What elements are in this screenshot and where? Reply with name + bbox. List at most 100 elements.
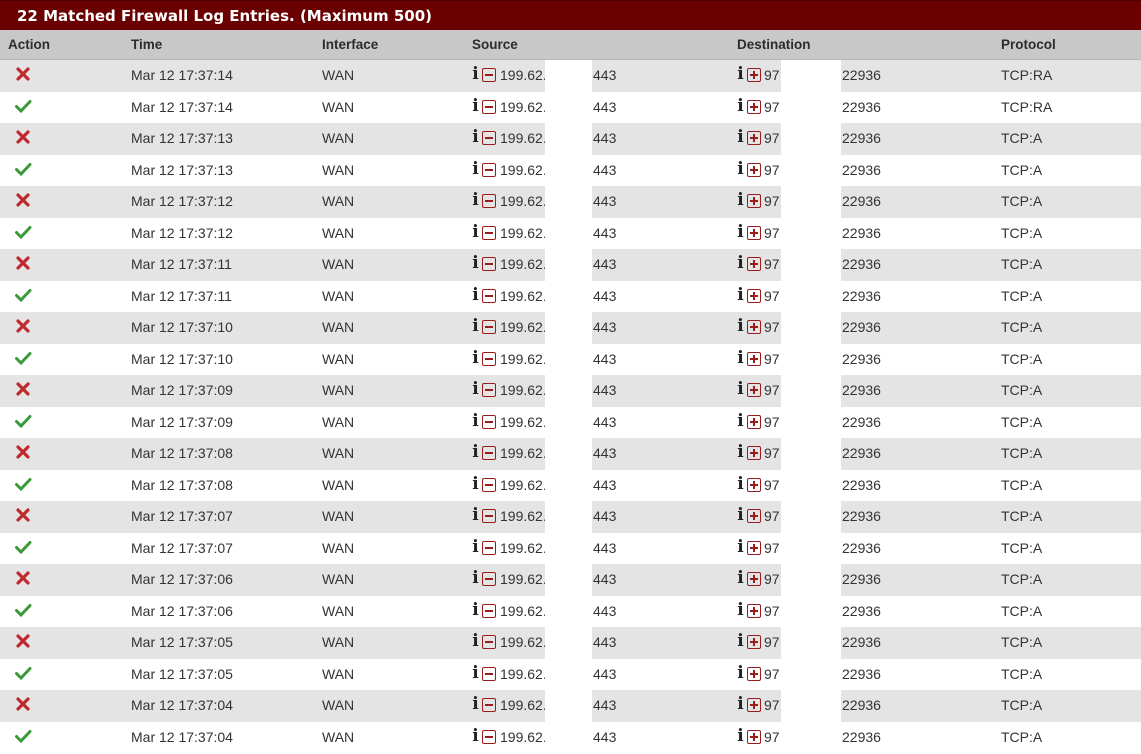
column-header-protocol[interactable]: Protocol — [1001, 37, 1056, 52]
info-icon[interactable]: i — [736, 255, 745, 272]
info-icon[interactable]: i — [736, 349, 745, 367]
info-icon[interactable]: i — [471, 475, 480, 493]
info-icon[interactable]: i — [471, 570, 480, 587]
block-x-icon[interactable] — [14, 65, 32, 85]
minus-box-icon[interactable] — [482, 446, 496, 460]
plus-box-icon[interactable] — [747, 131, 761, 145]
plus-box-icon[interactable] — [747, 635, 761, 649]
block-x-icon[interactable] — [14, 380, 32, 400]
minus-box-icon[interactable] — [482, 414, 496, 429]
info-icon[interactable]: i — [736, 696, 745, 713]
pass-check-icon[interactable] — [14, 538, 32, 558]
source-ip[interactable]: 199.62. — [500, 382, 547, 398]
block-x-icon[interactable] — [14, 317, 32, 337]
info-icon[interactable]: i — [471, 223, 480, 241]
info-icon[interactable]: i — [736, 570, 745, 587]
column-header-action[interactable]: Action — [8, 37, 50, 52]
source-ip[interactable]: 199.62. — [500, 193, 547, 209]
destination-ip[interactable]: 97 — [764, 477, 780, 493]
info-icon[interactable]: i — [736, 475, 745, 493]
plus-box-icon[interactable] — [747, 383, 761, 397]
destination-ip[interactable]: 97 — [764, 351, 780, 367]
minus-box-icon[interactable] — [482, 729, 496, 744]
source-ip[interactable]: 199.62. — [500, 225, 547, 241]
plus-box-icon[interactable] — [747, 477, 761, 492]
block-x-icon[interactable] — [14, 254, 32, 274]
info-icon[interactable]: i — [736, 538, 745, 556]
source-ip[interactable]: 199.62. — [500, 571, 547, 587]
destination-ip[interactable]: 97 — [764, 288, 780, 304]
plus-box-icon[interactable] — [747, 99, 761, 114]
source-ip[interactable]: 199.62. — [500, 666, 547, 682]
source-ip[interactable]: 199.62. — [500, 697, 547, 713]
info-icon[interactable]: i — [736, 381, 745, 398]
destination-ip[interactable]: 97 — [764, 508, 780, 524]
column-header-destination[interactable]: Destination — [737, 37, 811, 52]
minus-box-icon[interactable] — [482, 635, 496, 649]
info-icon[interactable]: i — [736, 601, 745, 619]
info-icon[interactable]: i — [736, 633, 745, 650]
source-ip[interactable]: 199.62. — [500, 99, 547, 115]
pass-check-icon[interactable] — [14, 412, 32, 432]
info-icon[interactable]: i — [471, 507, 480, 524]
source-ip[interactable]: 199.62. — [500, 130, 547, 146]
minus-box-icon[interactable] — [482, 603, 496, 618]
info-icon[interactable]: i — [471, 633, 480, 650]
info-icon[interactable]: i — [471, 444, 480, 461]
source-ip[interactable]: 199.62. — [500, 634, 547, 650]
source-ip[interactable]: 199.62. — [500, 445, 547, 461]
info-icon[interactable]: i — [471, 192, 480, 209]
plus-box-icon[interactable] — [747, 288, 761, 303]
pass-check-icon[interactable] — [14, 97, 32, 117]
info-icon[interactable]: i — [736, 444, 745, 461]
destination-ip[interactable]: 97 — [764, 571, 780, 587]
block-x-icon[interactable] — [14, 506, 32, 526]
source-ip[interactable]: 199.62. — [500, 508, 547, 524]
source-ip[interactable]: 199.62. — [500, 288, 547, 304]
plus-box-icon[interactable] — [747, 729, 761, 744]
minus-box-icon[interactable] — [482, 288, 496, 303]
plus-box-icon[interactable] — [747, 257, 761, 271]
destination-ip[interactable]: 97 — [764, 193, 780, 209]
column-header-time[interactable]: Time — [131, 37, 162, 52]
plus-box-icon[interactable] — [747, 414, 761, 429]
destination-ip[interactable]: 97 — [764, 225, 780, 241]
info-icon[interactable]: i — [736, 66, 745, 83]
destination-ip[interactable]: 97 — [764, 382, 780, 398]
source-ip[interactable]: 199.62. — [500, 729, 547, 745]
minus-box-icon[interactable] — [482, 131, 496, 145]
info-icon[interactable]: i — [471, 664, 480, 682]
plus-box-icon[interactable] — [747, 194, 761, 208]
minus-box-icon[interactable] — [482, 383, 496, 397]
pass-check-icon[interactable] — [14, 160, 32, 180]
source-ip[interactable]: 199.62. — [500, 477, 547, 493]
column-header-interface[interactable]: Interface — [322, 37, 378, 52]
info-icon[interactable]: i — [736, 192, 745, 209]
destination-ip[interactable]: 97 — [764, 414, 780, 430]
source-ip[interactable]: 199.62. — [500, 603, 547, 619]
source-ip[interactable]: 199.62. — [500, 67, 547, 83]
source-ip[interactable]: 199.62. — [500, 256, 547, 272]
info-icon[interactable]: i — [471, 160, 480, 178]
info-icon[interactable]: i — [471, 381, 480, 398]
destination-ip[interactable]: 97 — [764, 99, 780, 115]
destination-ip[interactable]: 97 — [764, 445, 780, 461]
destination-ip[interactable]: 97 — [764, 67, 780, 83]
block-x-icon[interactable] — [14, 128, 32, 148]
minus-box-icon[interactable] — [482, 477, 496, 492]
info-icon[interactable]: i — [736, 412, 745, 430]
source-ip[interactable]: 199.62. — [500, 351, 547, 367]
source-ip[interactable]: 199.62. — [500, 540, 547, 556]
block-x-icon[interactable] — [14, 695, 32, 715]
info-icon[interactable]: i — [736, 160, 745, 178]
plus-box-icon[interactable] — [747, 666, 761, 681]
info-icon[interactable]: i — [471, 349, 480, 367]
pass-check-icon[interactable] — [14, 349, 32, 369]
destination-ip[interactable]: 97 — [764, 540, 780, 556]
plus-box-icon[interactable] — [747, 572, 761, 586]
minus-box-icon[interactable] — [482, 666, 496, 681]
destination-ip[interactable]: 97 — [764, 603, 780, 619]
info-icon[interactable]: i — [471, 727, 480, 745]
minus-box-icon[interactable] — [482, 509, 496, 523]
destination-ip[interactable]: 97 — [764, 634, 780, 650]
